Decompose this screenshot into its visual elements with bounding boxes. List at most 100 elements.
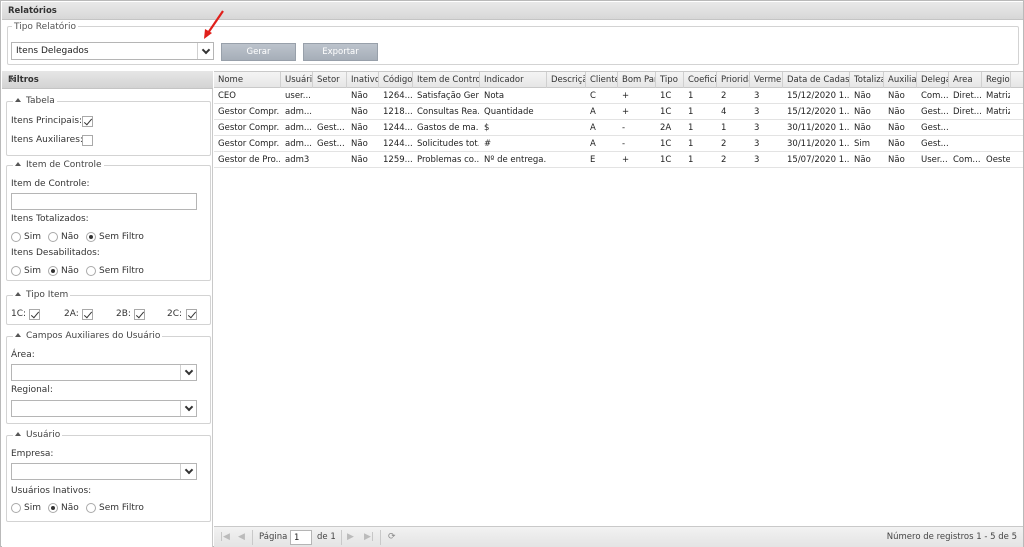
column-header[interactable]: Vermelho bbox=[750, 72, 783, 88]
desabilitados-sem-filtro-label: Sem Filtro bbox=[99, 266, 144, 276]
table-cell: 2 bbox=[721, 139, 727, 149]
chevron-down-icon[interactable] bbox=[180, 464, 196, 479]
column-header[interactable]: Area bbox=[949, 72, 982, 88]
prev-page-icon[interactable]: ◀ bbox=[238, 532, 245, 542]
collapse-icon[interactable]: « bbox=[8, 72, 207, 86]
table-cell: adm... bbox=[285, 139, 312, 149]
column-header[interactable]: Descrição bbox=[547, 72, 586, 88]
desabilitados-sem-filtro-radio[interactable] bbox=[86, 266, 96, 276]
tabela-legend[interactable]: Tabela bbox=[13, 96, 57, 106]
tipo-2b-checkbox[interactable] bbox=[134, 309, 145, 320]
table-cell: Não bbox=[888, 107, 905, 117]
table-cell: Com... bbox=[953, 155, 981, 165]
table-cell: 15/07/2020 1... bbox=[787, 155, 849, 165]
column-header[interactable]: Inativo bbox=[347, 72, 379, 88]
itens-principais-checkbox[interactable] bbox=[82, 116, 93, 127]
column-header[interactable]: Indicador bbox=[480, 72, 547, 88]
table-cell: A bbox=[590, 123, 596, 133]
item-controle-input[interactable] bbox=[11, 193, 197, 210]
export-button[interactable]: Exportar bbox=[303, 43, 378, 61]
totalizados-nao-radio[interactable] bbox=[48, 232, 58, 242]
table-cell: user... bbox=[285, 91, 311, 101]
table-row[interactable]: CEO user... Não 1264... Satisfação Ger... Not… bbox=[214, 88, 1023, 104]
column-header[interactable]: Bom Para bbox=[618, 72, 656, 88]
page-label: Página bbox=[259, 532, 288, 542]
area-select[interactable] bbox=[11, 364, 197, 381]
table-cell: CEO bbox=[218, 91, 236, 101]
tipo-1c-checkbox[interactable] bbox=[29, 309, 40, 320]
table-cell: Gest... bbox=[317, 123, 345, 133]
table-row[interactable]: Gestor de Pro... adm3 Não 1259... Problemas … bbox=[214, 152, 1023, 168]
column-header[interactable]: Coeficiente bbox=[684, 72, 717, 88]
tipo-item-legend[interactable]: Tipo Item bbox=[13, 290, 71, 300]
table-cell: Não bbox=[854, 107, 871, 117]
tipo-2a-checkbox[interactable] bbox=[82, 309, 93, 320]
chevron-down-icon[interactable] bbox=[180, 365, 196, 380]
table-row[interactable]: Gestor Compr... adm... Gest... Não 1244... So… bbox=[214, 136, 1023, 152]
table-cell: adm... bbox=[285, 123, 312, 133]
itens-desabilitados-label: Itens Desabilitados: bbox=[11, 248, 100, 258]
tipo-2b-label: 2B: bbox=[116, 309, 131, 319]
column-header[interactable]: Cliente bbox=[586, 72, 618, 88]
column-header[interactable]: Auxiliar bbox=[884, 72, 917, 88]
desabilitados-sim-radio[interactable] bbox=[11, 266, 21, 276]
totalizados-sem-filtro-radio[interactable] bbox=[86, 232, 96, 242]
column-header[interactable]: Item de Controle bbox=[413, 72, 480, 88]
table-cell: Diret... bbox=[953, 91, 981, 101]
column-header[interactable]: Totalizado bbox=[850, 72, 884, 88]
inativos-sem-filtro-radio[interactable] bbox=[86, 503, 96, 513]
usuario-legend[interactable]: Usuário bbox=[13, 430, 63, 440]
inativos-nao-radio[interactable] bbox=[48, 503, 58, 513]
column-header[interactable]: Nome bbox=[214, 72, 281, 88]
chevron-down-icon[interactable] bbox=[180, 401, 196, 416]
column-header[interactable]: Data de Cadastro bbox=[783, 72, 850, 88]
table-cell: Gestor Compr... bbox=[218, 123, 280, 133]
refresh-icon[interactable]: ⟳ bbox=[388, 532, 396, 542]
column-header[interactable]: Regional bbox=[982, 72, 1011, 88]
table-row[interactable]: Gestor Compr... adm... Não 1218... Consultas… bbox=[214, 104, 1023, 120]
column-header[interactable]: Código bbox=[379, 72, 413, 88]
table-row[interactable]: Gestor Compr... adm... Gest... Não 1244... Ga… bbox=[214, 120, 1023, 136]
desabilitados-nao-label: Não bbox=[61, 266, 79, 276]
table-cell: 1C bbox=[660, 155, 672, 165]
generate-button[interactable]: Gerar bbox=[221, 43, 296, 61]
table-cell: Nº de entrega... bbox=[484, 155, 546, 165]
table-cell: 3 bbox=[754, 139, 760, 149]
table-cell: A bbox=[590, 107, 596, 117]
column-header[interactable]: Prioridade bbox=[717, 72, 750, 88]
tabela-fieldset: Tabela Itens Principais: Itens Auxiliare… bbox=[6, 96, 211, 156]
table-cell: + bbox=[622, 155, 630, 165]
last-page-icon[interactable]: ▶| bbox=[364, 532, 374, 542]
desabilitados-nao-radio[interactable] bbox=[48, 266, 58, 276]
table-cell: Diret... bbox=[953, 107, 981, 117]
table-cell: A bbox=[590, 139, 596, 149]
column-header[interactable]: Setor bbox=[313, 72, 347, 88]
table-cell: Matriz bbox=[986, 107, 1010, 117]
records-count: Número de registros 1 - 5 de 5 bbox=[886, 532, 1017, 542]
first-page-icon[interactable]: |◀ bbox=[220, 532, 230, 542]
itens-auxiliares-checkbox[interactable] bbox=[82, 135, 93, 146]
table-cell: 1C bbox=[660, 91, 672, 101]
table-cell: 1218... bbox=[383, 107, 412, 117]
regional-select[interactable] bbox=[11, 400, 197, 417]
collapse-triangle-icon bbox=[15, 333, 21, 337]
tipo-2c-checkbox[interactable] bbox=[186, 309, 197, 320]
table-cell: Não bbox=[888, 91, 905, 101]
column-header[interactable]: Usuário bbox=[281, 72, 313, 88]
table-cell: Gestor Compr... bbox=[218, 139, 280, 149]
report-type-select[interactable]: Itens Delegados bbox=[11, 42, 214, 60]
column-header[interactable]: Delegado bbox=[917, 72, 949, 88]
campos-auxiliares-legend[interactable]: Campos Auxiliares do Usuário bbox=[13, 331, 163, 341]
next-page-icon[interactable]: ▶ bbox=[347, 532, 354, 542]
inativos-sim-radio[interactable] bbox=[11, 503, 21, 513]
totalizados-nao-label: Não bbox=[61, 232, 79, 242]
table-cell: 1 bbox=[721, 123, 727, 133]
page-input[interactable]: 1 bbox=[290, 530, 312, 545]
column-header[interactable]: Tipo bbox=[656, 72, 684, 88]
totalizados-sim-radio[interactable] bbox=[11, 232, 21, 242]
item-controle-legend[interactable]: Item de Controle bbox=[13, 160, 104, 170]
window-title: Relatórios bbox=[8, 6, 57, 16]
empresa-select[interactable] bbox=[11, 463, 197, 480]
collapse-triangle-icon bbox=[15, 162, 21, 166]
chevron-down-icon[interactable] bbox=[197, 43, 213, 59]
